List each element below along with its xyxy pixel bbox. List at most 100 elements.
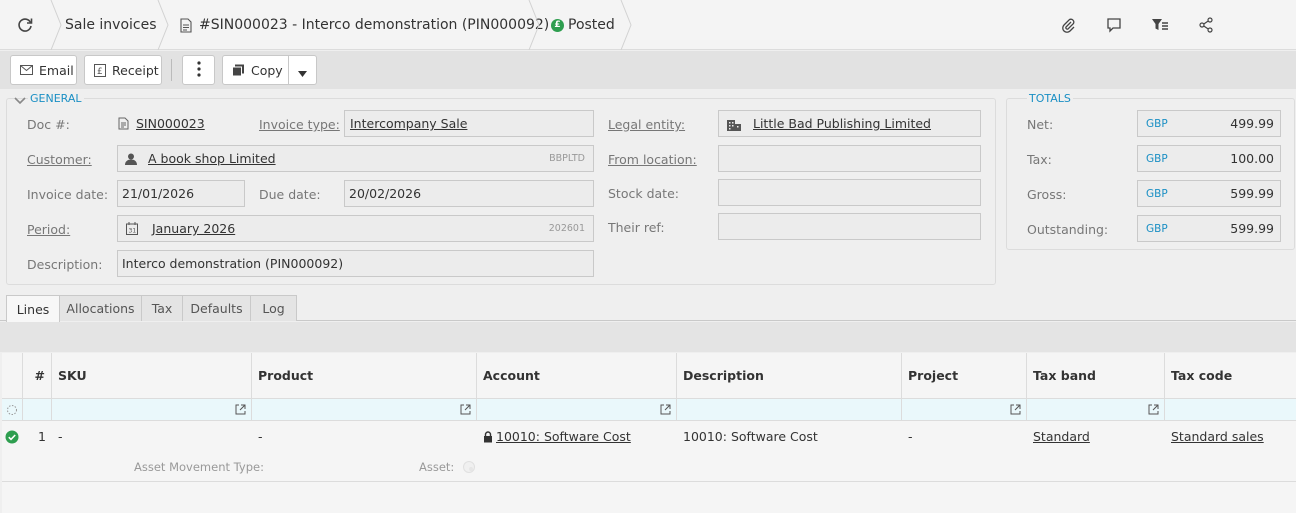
person-icon xyxy=(125,153,137,165)
grid-header-product[interactable]: Product xyxy=(252,353,477,398)
receipt-button[interactable]: £ Receipt xyxy=(84,55,162,85)
grid-header-status xyxy=(2,353,23,398)
status-text: Posted xyxy=(568,17,615,33)
breadcrumb-separator xyxy=(50,0,62,50)
comment-icon[interactable] xyxy=(1105,16,1123,34)
grid-new-row xyxy=(2,398,1296,421)
row-product[interactable]: - xyxy=(252,422,477,451)
caret-down-icon[interactable] xyxy=(298,66,307,81)
popout-icon[interactable] xyxy=(235,403,246,418)
grid-header-tax-band[interactable]: Tax band xyxy=(1027,353,1165,398)
grid-header-description[interactable]: Description xyxy=(677,353,902,398)
new-row-product-cell[interactable] xyxy=(252,399,477,421)
breadcrumb-separator xyxy=(528,0,540,50)
breadcrumb: Sale invoices #SIN000023 - Interco demon… xyxy=(0,0,1296,50)
new-row-sku-cell[interactable] xyxy=(52,399,252,421)
email-button[interactable]: Email xyxy=(10,55,77,85)
new-row-tax-band-cell[interactable] xyxy=(1027,399,1165,421)
stock-date-field[interactable] xyxy=(718,179,981,206)
popout-icon[interactable] xyxy=(460,403,471,418)
period-field[interactable]: 31 January 2026 202601 xyxy=(117,215,594,242)
calendar-icon: 31 xyxy=(126,222,138,235)
tab-log[interactable]: Log xyxy=(250,295,297,321)
table-row[interactable]: 1 - - 10010: Software Cost 10010: Softwa… xyxy=(2,422,1296,451)
invoice-date-label: Invoice date: xyxy=(27,187,109,202)
posted-badge-icon: £ xyxy=(551,18,564,32)
from-location-field[interactable] xyxy=(718,145,981,172)
customer-label[interactable]: Customer: xyxy=(27,152,92,167)
tab-allocations[interactable]: Allocations xyxy=(59,295,142,321)
their-ref-field[interactable] xyxy=(718,213,981,240)
breadcrumb-sale-invoices[interactable]: Sale invoices xyxy=(65,0,157,50)
invoice-type-label[interactable]: Invoice type: xyxy=(259,117,340,132)
period-code: 202601 xyxy=(548,223,585,234)
description-field[interactable]: Interco demonstration (PIN000092) xyxy=(117,250,594,277)
dotted-circle-icon xyxy=(6,404,18,419)
tab-lines[interactable]: Lines xyxy=(6,295,60,322)
invoice-date-field[interactable]: 21/01/2026 xyxy=(117,180,245,207)
new-row-account-cell[interactable] xyxy=(477,399,677,421)
row-tax-band[interactable]: Standard xyxy=(1027,422,1165,451)
new-row-tax-code-cell[interactable] xyxy=(1165,399,1296,421)
popout-icon[interactable] xyxy=(1148,403,1159,418)
legal-entity-field[interactable]: Little Bad Publishing Limited xyxy=(718,110,981,137)
lines-grid: # SKU Product Account Description Projec… xyxy=(2,353,1296,513)
asset-toggle-icon[interactable] xyxy=(462,460,476,477)
breadcrumb-status[interactable]: £ Posted xyxy=(551,0,615,50)
gross-label: Gross: xyxy=(1027,187,1067,202)
tax-label: Tax: xyxy=(1027,152,1052,167)
breadcrumb-separator xyxy=(620,0,632,50)
breadcrumb-document[interactable]: #SIN000023 - Interco demonstration (PIN0… xyxy=(180,0,549,50)
row-description[interactable]: 10010: Software Cost xyxy=(677,422,902,451)
from-location-label[interactable]: From location: xyxy=(608,152,697,167)
grid-header-account[interactable]: Account xyxy=(477,353,677,398)
receipt-icon: £ xyxy=(94,63,106,77)
description-label: Description: xyxy=(27,257,103,272)
building-icon xyxy=(727,117,741,131)
doc-number[interactable]: SIN000023 xyxy=(118,116,205,131)
customer-field[interactable]: A book shop Limited BBPLTD xyxy=(117,145,594,172)
copy-button[interactable]: Copy xyxy=(222,55,317,85)
grid-header-project[interactable]: Project xyxy=(902,353,1027,398)
more-actions-button[interactable] xyxy=(182,55,215,85)
collapse-chevron-icon[interactable] xyxy=(14,94,26,109)
net-label: Net: xyxy=(1027,117,1054,132)
new-row-project-cell[interactable] xyxy=(902,399,1027,421)
grid-header-tax-code[interactable]: Tax code xyxy=(1165,353,1296,398)
breadcrumb-separator xyxy=(157,0,169,50)
customer-code: BBPLTD xyxy=(549,153,585,164)
share-icon[interactable] xyxy=(1197,16,1215,34)
row-project[interactable]: - xyxy=(902,422,1027,451)
grid-header-sku[interactable]: SKU xyxy=(52,353,252,398)
new-row-indicator xyxy=(2,399,23,421)
row-tax-code[interactable]: Standard sales xyxy=(1165,422,1296,451)
filter-list-icon[interactable] xyxy=(1151,16,1169,34)
tab-tax[interactable]: Tax xyxy=(141,295,183,321)
legal-entity-label[interactable]: Legal entity: xyxy=(608,117,685,132)
refresh-icon[interactable] xyxy=(16,16,34,34)
invoice-type-field[interactable]: Intercompany Sale xyxy=(344,110,594,137)
their-ref-label: Their ref: xyxy=(608,220,665,235)
svg-text:£: £ xyxy=(97,67,103,77)
document-icon xyxy=(180,17,192,33)
totals-legend: TOTALS xyxy=(1027,92,1073,105)
copy-split-divider xyxy=(288,56,289,84)
popout-icon[interactable] xyxy=(1010,403,1021,418)
row-account[interactable]: 10010: Software Cost xyxy=(477,422,677,451)
paperclip-icon[interactable] xyxy=(1059,16,1077,34)
copy-icon xyxy=(232,64,245,77)
popout-icon[interactable] xyxy=(660,403,671,418)
svg-text:31: 31 xyxy=(129,228,137,235)
tab-defaults[interactable]: Defaults xyxy=(182,295,251,321)
new-row-description-cell[interactable] xyxy=(677,399,902,421)
row-sku[interactable]: - xyxy=(52,422,252,451)
due-date-field[interactable]: 20/02/2026 xyxy=(344,180,594,207)
toolbar: Email £ Receipt Copy xyxy=(0,51,1296,89)
general-legend: GENERAL xyxy=(28,92,84,105)
period-label[interactable]: Period: xyxy=(27,222,70,237)
net-field: GBP 499.99 xyxy=(1137,110,1281,137)
row-valid-indicator xyxy=(2,422,23,451)
new-row-num-cell[interactable] xyxy=(23,399,52,421)
envelope-icon xyxy=(20,65,33,75)
grid-header-num[interactable]: # xyxy=(23,353,52,398)
